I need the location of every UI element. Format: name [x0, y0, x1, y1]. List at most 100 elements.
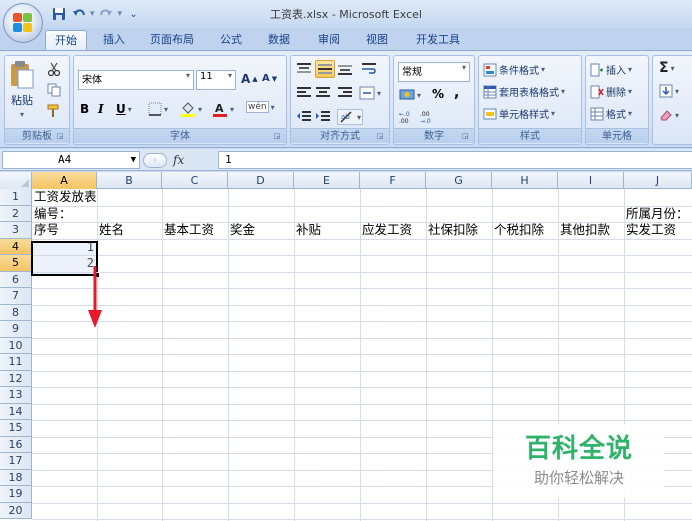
row-header-8[interactable]: 8 — [0, 304, 32, 321]
insert-function-button[interactable]: fx — [173, 153, 184, 167]
underline-button[interactable]: U ▾ — [116, 102, 132, 116]
column-header-h[interactable]: H — [492, 172, 558, 189]
align-middle-button[interactable] — [315, 60, 335, 78]
accounting-dropdown-icon[interactable]: ▾ — [417, 91, 421, 100]
clear-dropdown-icon[interactable]: ▾ — [675, 111, 679, 120]
tab-formulas[interactable]: 公式 — [212, 30, 250, 50]
insert-cells-dropdown-icon[interactable]: ▾ — [628, 65, 632, 74]
row-header-5[interactable]: 5 — [0, 255, 32, 272]
align-left-button[interactable] — [296, 86, 312, 100]
name-box-dropdown-icon[interactable]: ▼ — [131, 152, 136, 168]
cell-a2[interactable]: 编号： — [32, 206, 72, 222]
formula-input[interactable]: 1 — [218, 151, 692, 169]
font-name-select[interactable]: 宋体 ▾ — [78, 70, 194, 90]
row-header-14[interactable]: 14 — [0, 403, 32, 420]
font-color-button[interactable]: A ▾ — [212, 101, 234, 117]
row-header-12[interactable]: 12 — [0, 370, 32, 387]
row-header-7[interactable]: 7 — [0, 288, 32, 305]
orientation-dropdown-icon[interactable]: ▾ — [357, 113, 361, 122]
font-size-dropdown-icon[interactable]: ▾ — [228, 71, 232, 80]
delete-cells-dropdown-icon[interactable]: ▾ — [628, 87, 632, 96]
cell-a1[interactable]: 工资发放表 — [32, 189, 97, 205]
format-painter-button[interactable] — [47, 104, 61, 118]
cell-j3[interactable]: 实发工资 — [624, 222, 676, 238]
cell-styles-button[interactable]: 单元格样式 ▾ — [483, 106, 555, 121]
delete-cells-button[interactable]: 删除 ▾ — [590, 84, 632, 99]
shrink-font-button[interactable]: A ▼ — [262, 73, 277, 84]
align-bottom-button[interactable] — [337, 62, 353, 76]
autosum-button[interactable]: Σ ▾ — [659, 60, 675, 76]
cell-h3[interactable]: 个税扣除 — [492, 222, 544, 238]
column-header-c[interactable]: C — [162, 172, 228, 189]
cell-e3[interactable]: 补贴 — [294, 222, 321, 238]
row-header-16[interactable]: 16 — [0, 436, 32, 453]
fill-color-button[interactable]: ▾ — [180, 101, 202, 117]
column-header-d[interactable]: D — [228, 172, 294, 189]
clear-button[interactable]: ▾ — [659, 108, 679, 122]
grow-font-button[interactable]: A ▲ — [241, 72, 258, 86]
conditional-format-button[interactable]: 条件格式 ▾ — [483, 62, 545, 77]
column-header-b[interactable]: B — [97, 172, 162, 189]
cell-f3[interactable]: 应发工资 — [360, 222, 412, 238]
row-header-6[interactable]: 6 — [0, 271, 32, 288]
phonetic-button[interactable]: wén ▾ — [246, 101, 275, 113]
column-header-e[interactable]: E — [294, 172, 360, 189]
number-launcher-icon[interactable]: ◲ — [462, 132, 471, 141]
format-cells-button[interactable]: 格式 ▾ — [590, 106, 632, 121]
row-header-18[interactable]: 18 — [0, 469, 32, 486]
copy-button[interactable] — [47, 83, 61, 97]
paste-dropdown-icon[interactable]: ▾ — [20, 110, 24, 119]
tab-data[interactable]: 数据 — [260, 30, 298, 50]
fill-color-dropdown-icon[interactable]: ▾ — [198, 105, 202, 114]
cell-a3[interactable]: 序号 — [32, 222, 59, 238]
row-header-3[interactable]: 3 — [0, 222, 32, 239]
row-header-19[interactable]: 19 — [0, 486, 32, 503]
cell-d3[interactable]: 奖金 — [228, 222, 255, 238]
cut-button[interactable] — [47, 62, 61, 76]
align-top-button[interactable] — [296, 62, 312, 76]
italic-button[interactable]: I — [98, 102, 104, 116]
merge-center-button[interactable]: ▾ — [359, 86, 381, 100]
increase-indent-button[interactable] — [315, 110, 331, 124]
format-cells-dropdown-icon[interactable]: ▾ — [628, 109, 632, 118]
number-format-dropdown-icon[interactable]: ▾ — [462, 63, 466, 72]
align-center-button[interactable] — [315, 86, 331, 100]
merge-dropdown-icon[interactable]: ▾ — [377, 89, 381, 98]
underline-dropdown-icon[interactable]: ▾ — [128, 105, 132, 114]
row-header-10[interactable]: 10 — [0, 337, 32, 354]
office-button[interactable] — [3, 3, 43, 43]
format-as-table-button[interactable]: 套用表格格式 ▾ — [483, 84, 565, 99]
column-header-a[interactable]: A — [32, 172, 97, 189]
decrease-decimal-button[interactable]: .00 →.0 — [420, 110, 438, 124]
font-name-dropdown-icon[interactable]: ▾ — [186, 71, 190, 80]
formula-bar-expand-icon[interactable]: ◦ — [143, 152, 167, 168]
insert-cells-button[interactable]: 插入 ▾ — [590, 62, 632, 77]
tab-insert[interactable]: 插入 — [95, 30, 133, 50]
row-header-17[interactable]: 17 — [0, 453, 32, 470]
cell-i3[interactable]: 其他扣款 — [558, 222, 610, 238]
number-format-select[interactable]: 常规 ▾ — [398, 62, 470, 82]
row-header-1[interactable]: 1 — [0, 189, 32, 206]
percent-button[interactable]: % — [432, 87, 444, 101]
tab-developer[interactable]: 开发工具 — [408, 30, 468, 50]
paste-button[interactable]: 粘贴 ▾ — [9, 60, 35, 119]
font-launcher-icon[interactable]: ◲ — [274, 132, 283, 141]
orientation-button[interactable]: ab ▾ — [337, 109, 364, 125]
fill-button[interactable]: ▾ — [659, 84, 679, 98]
tab-page-layout[interactable]: 页面布局 — [142, 30, 202, 50]
alignment-launcher-icon[interactable]: ◲ — [377, 132, 386, 141]
bold-button[interactable]: B — [80, 102, 89, 116]
select-all-corner[interactable] — [0, 172, 32, 189]
conditional-format-dropdown-icon[interactable]: ▾ — [541, 65, 545, 74]
border-button[interactable]: ▾ — [148, 102, 168, 116]
tab-view[interactable]: 视图 — [358, 30, 396, 50]
clipboard-launcher-icon[interactable]: ◲ — [57, 132, 66, 141]
font-size-select[interactable]: 11 ▾ — [196, 70, 236, 90]
column-header-i[interactable]: I — [558, 172, 624, 189]
column-header-f[interactable]: F — [360, 172, 426, 189]
column-header-j[interactable]: J — [624, 172, 692, 189]
decrease-indent-button[interactable] — [296, 110, 312, 124]
row-header-9[interactable]: 9 — [0, 321, 32, 338]
cell-g3[interactable]: 社保扣除 — [426, 222, 478, 238]
column-header-g[interactable]: G — [426, 172, 492, 189]
